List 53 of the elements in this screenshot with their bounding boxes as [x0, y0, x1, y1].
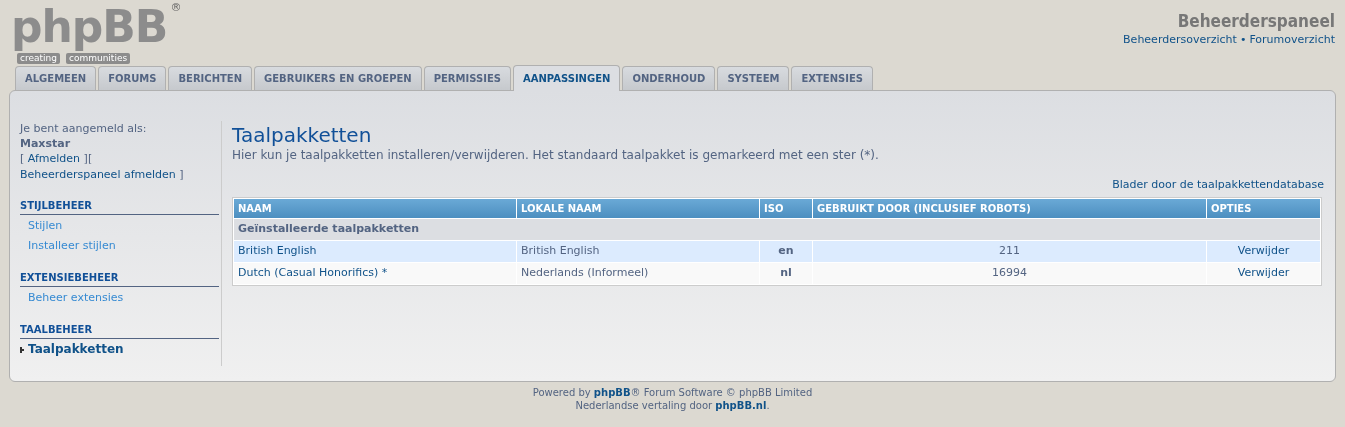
bracket-text: [ [87, 151, 94, 167]
footer-text: . [766, 399, 770, 412]
logo-tagline: communities [65, 53, 131, 64]
nav-tab[interactable]: PERMISSIES [423, 66, 511, 90]
nav-tab[interactable]: ONDERHOUD [622, 66, 716, 90]
menu-item[interactable]: Beheer extensies [28, 288, 124, 307]
nav-tab[interactable]: ALGEMEEN [15, 66, 97, 90]
menu-heading: STIJLBEHEER [20, 199, 219, 215]
registered-mark: ® [170, 2, 182, 14]
column-header: OPTIES [1207, 198, 1320, 218]
login-label: Je bent aangemeld als: [20, 121, 148, 136]
menu-heading: TAALBEHEER [20, 323, 219, 339]
nav-tab[interactable]: GEBRUIKERS EN GROEPEN [254, 66, 422, 90]
language-link[interactable]: British English [238, 243, 317, 257]
footer-text: Nederlandse vertaling door [575, 399, 714, 412]
column-header: LOKALE NAAM [517, 198, 759, 218]
table-cell: British English [517, 240, 759, 262]
nav-tab[interactable]: EXTENSIES [791, 66, 873, 90]
nav-tab[interactable]: SYSTEEM [717, 66, 790, 90]
menu-heading: EXTENSIEBEHEER [20, 271, 219, 287]
column-header: NAAM [234, 198, 516, 218]
nav-tab[interactable]: FORUMS [98, 66, 167, 90]
username: Maxstar [20, 136, 72, 151]
menu-item[interactable]: Stijlen [28, 216, 63, 235]
logout-link[interactable]: Afmelden [27, 151, 81, 167]
table-cell: 211 [813, 240, 1206, 262]
page-heading: Beheerderspaneel [1177, 10, 1335, 32]
bracket-text: [ [20, 151, 26, 167]
page-title: Taalpakketten [232, 122, 373, 148]
arrow-icon [20, 346, 24, 353]
menu-item[interactable]: Taalpakketten [28, 340, 124, 359]
footer-text: Powered by [532, 386, 592, 399]
table-cell: en [760, 240, 812, 262]
group-row: Geïnstalleerde taalpakketten [234, 218, 1320, 240]
nav-tab[interactable]: BERICHTEN [168, 66, 253, 90]
browse-link[interactable]: Blader door de taalpakkettendatabase [1112, 177, 1324, 194]
header-link[interactable]: Beheerdersoverzicht [1123, 32, 1237, 49]
header-link[interactable]: Forumoverzicht [1249, 32, 1335, 49]
bracket-text: ] [82, 151, 88, 167]
logout-link[interactable]: Beheerderspaneel afmelden [20, 167, 176, 183]
logo-tagline: creating [17, 53, 60, 64]
footer-link[interactable]: phpBB [593, 386, 631, 399]
bullet-separator: • [1239, 32, 1247, 48]
bracket-text: ] [178, 167, 184, 183]
table-cell: nl [760, 262, 812, 284]
menu-item[interactable]: Installeer stijlen [28, 236, 116, 255]
table-cell: Nederlands (Informeel) [517, 262, 759, 284]
footer-text: ® Forum Software © phpBB Limited [630, 386, 813, 399]
page-description: Hier kun je taalpakketten installeren/verwijderen. Het standaard taalpakket is gemarkeerd met een ster (*). [232, 148, 880, 162]
table-cell: 16994 [813, 262, 1206, 284]
column-header: GEBRUIKT DOOR (INCLUSIEF ROBOTS) [813, 198, 1206, 218]
column-header: ISO [760, 198, 812, 218]
nav-tab[interactable]: AANPASSINGEN [512, 65, 621, 91]
